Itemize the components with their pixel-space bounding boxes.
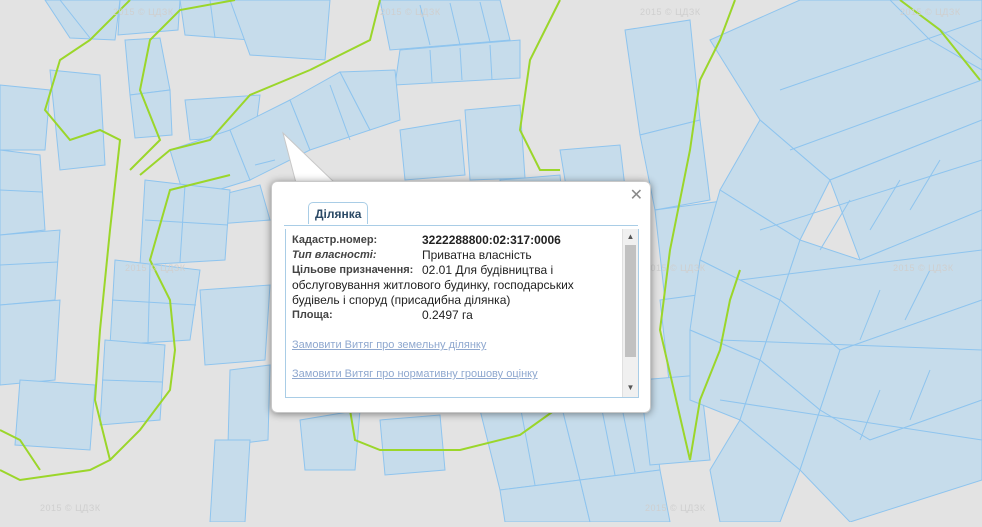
watermark: 2015 © ЦДЗК xyxy=(125,263,186,273)
watermark: 2015 © ЦДЗК xyxy=(893,263,954,273)
parcel[interactable] xyxy=(399,119,466,181)
parcel[interactable] xyxy=(117,0,181,36)
cadastral-label: Кадастр.номер: xyxy=(292,234,378,246)
area-row: Площа: 0.2497 га xyxy=(292,308,622,323)
parcel[interactable] xyxy=(124,37,171,96)
watermark: 2015 © ЦДЗК xyxy=(640,7,701,17)
parcel[interactable] xyxy=(14,379,96,451)
watermark: 2015 © ЦДЗК xyxy=(900,7,961,17)
purpose-value: 02.01 Для будівництва і xyxy=(422,263,554,277)
scroll-thumb[interactable] xyxy=(625,245,636,357)
ownership-value: Приватна власність xyxy=(422,248,532,262)
purpose-value-cont: обслуговування житлового будинку, господ… xyxy=(292,278,574,292)
watermark: 2015 © ЦДЗК xyxy=(40,503,101,513)
tab-parcel[interactable]: Ділянка xyxy=(308,202,369,224)
parcel[interactable] xyxy=(49,69,106,171)
parcel[interactable] xyxy=(464,104,526,181)
order-valuation-extract-link[interactable]: Замовити Витяг про нормативну грошову оц… xyxy=(292,368,538,380)
parcel[interactable] xyxy=(624,19,701,136)
parcel[interactable] xyxy=(0,299,61,386)
purpose-value-cont: будівель і споруд (присадибна ділянка) xyxy=(292,293,511,307)
cadastral-value: 3222288800:02:317:0006 xyxy=(422,233,561,247)
close-icon[interactable]: ✕ xyxy=(630,186,643,204)
popup-pointer xyxy=(282,131,337,184)
cadastral-row: Кадастр.номер: 3222288800:02:317:0006 xyxy=(292,233,622,248)
watermark: 2015 © ЦДЗК xyxy=(645,263,706,273)
parcel[interactable] xyxy=(229,0,331,61)
area-value: 0.2497 га xyxy=(422,308,473,322)
parcel[interactable] xyxy=(227,364,271,446)
parcel[interactable] xyxy=(0,84,51,151)
parcel[interactable] xyxy=(379,414,446,476)
order-land-extract-link[interactable]: Замовити Витяг про земельну ділянку xyxy=(292,339,486,351)
ownership-row: Тип власності: Приватна власність xyxy=(292,248,622,263)
area-label: Площа: xyxy=(292,309,333,321)
parcel[interactable] xyxy=(0,149,46,236)
ownership-label: Тип власності: xyxy=(292,249,377,261)
parcel[interactable] xyxy=(209,439,251,523)
parcel[interactable] xyxy=(0,229,61,306)
parcel[interactable] xyxy=(199,284,271,366)
purpose-row: Цільове призначення: 02.01 Для будівницт… xyxy=(292,263,622,308)
parcel-info-popup: ✕ Ділянка Кадастр.номер: 3222288800:02:3… xyxy=(271,181,651,413)
details-scrollbar[interactable]: ▲ ▼ xyxy=(622,229,638,397)
parcel-details: Кадастр.номер: 3222288800:02:317:0006 Ти… xyxy=(285,229,639,398)
purpose-label: Цільове призначення: xyxy=(292,264,414,276)
watermark: 2015 © ЦДЗК xyxy=(113,7,174,17)
watermark: 2015 © ЦДЗК xyxy=(380,7,441,17)
parcel[interactable] xyxy=(129,89,173,139)
parcel[interactable] xyxy=(99,339,166,426)
watermark: 2015 © ЦДЗК xyxy=(645,503,706,513)
scroll-down-icon[interactable]: ▼ xyxy=(623,381,638,395)
scroll-up-icon[interactable]: ▲ xyxy=(623,230,638,244)
